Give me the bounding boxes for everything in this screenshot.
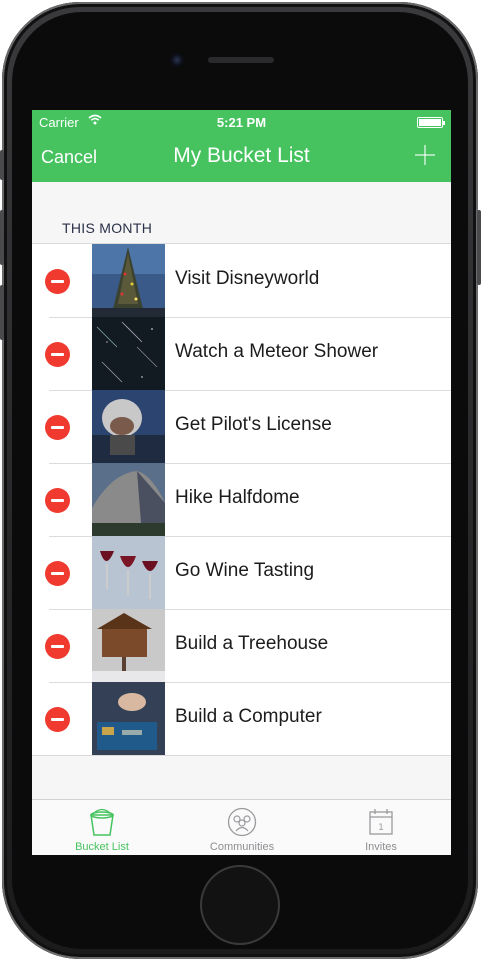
- bucket-list: Visit Disneyworld Watch a Meteor Shower: [32, 243, 451, 756]
- tab-communities[interactable]: Communities: [172, 800, 312, 855]
- list-item[interactable]: Hike Halfdome: [32, 463, 451, 536]
- tab-bucket-list[interactable]: Bucket List: [32, 800, 172, 855]
- item-label: Build a Treehouse: [175, 633, 329, 654]
- section-header: THIS MONTH: [62, 220, 153, 236]
- item-label: Get Pilot's License: [175, 414, 332, 435]
- list-item[interactable]: Build a Treehouse: [32, 609, 451, 682]
- delete-icon[interactable]: [45, 342, 70, 367]
- delete-icon[interactable]: [45, 415, 70, 440]
- app-screen: Carrier 5:21 PM Cancel My Bucket List TH…: [32, 110, 451, 855]
- tab-label: Bucket List: [75, 841, 129, 853]
- list-item[interactable]: Visit Disneyworld: [32, 244, 451, 317]
- pilot-license-thumbnail: [92, 390, 165, 463]
- delete-icon[interactable]: [45, 634, 70, 659]
- status-time: 5:21 PM: [216, 115, 267, 130]
- item-label: Visit Disneyworld: [175, 268, 320, 289]
- tab-label: Invites: [365, 841, 397, 853]
- bucket-icon: [90, 808, 114, 836]
- list-item[interactable]: Build a Computer: [32, 682, 451, 755]
- item-label: Watch a Meteor Shower: [175, 341, 379, 362]
- battery-icon: [417, 117, 445, 128]
- volume-down-button: [0, 285, 4, 340]
- power-button: [477, 210, 481, 285]
- treehouse-thumbnail: [92, 609, 165, 682]
- tab-invites[interactable]: 1 Invites: [311, 800, 451, 855]
- list-item[interactable]: Go Wine Tasting: [32, 536, 451, 609]
- computer-thumbnail: [92, 682, 165, 755]
- delete-icon[interactable]: [45, 269, 70, 294]
- status-bar: Carrier 5:21 PM: [32, 110, 451, 134]
- halfdome-thumbnail: [92, 463, 165, 536]
- tab-bar: Bucket List Communities 1 Invites: [32, 799, 451, 855]
- item-label: Go Wine Tasting: [175, 560, 315, 581]
- tab-label: Communities: [209, 841, 275, 853]
- volume-up-button: [0, 210, 4, 265]
- disneyworld-thumbnail: [92, 244, 165, 317]
- list-item[interactable]: Get Pilot's License: [32, 390, 451, 463]
- list-item[interactable]: Watch a Meteor Shower: [32, 317, 451, 390]
- meteor-shower-thumbnail: [92, 317, 165, 390]
- delete-icon[interactable]: [45, 561, 70, 586]
- item-label: Build a Computer: [175, 706, 322, 727]
- wine-tasting-thumbnail: [92, 536, 165, 609]
- calendar-icon: 1: [369, 809, 393, 835]
- earpiece-speaker: [208, 57, 274, 63]
- item-label: Hike Halfdome: [175, 487, 300, 508]
- add-icon[interactable]: [415, 145, 435, 165]
- front-camera: [170, 53, 184, 67]
- silent-switch: [0, 150, 4, 180]
- delete-icon[interactable]: [45, 707, 70, 732]
- home-button[interactable]: [200, 865, 280, 945]
- calendar-day: 1: [378, 823, 384, 833]
- delete-icon[interactable]: [45, 488, 70, 513]
- page-title: My Bucket List: [173, 144, 310, 167]
- people-icon: [227, 807, 257, 837]
- navigation-bar: Carrier 5:21 PM Cancel My Bucket List: [32, 110, 451, 182]
